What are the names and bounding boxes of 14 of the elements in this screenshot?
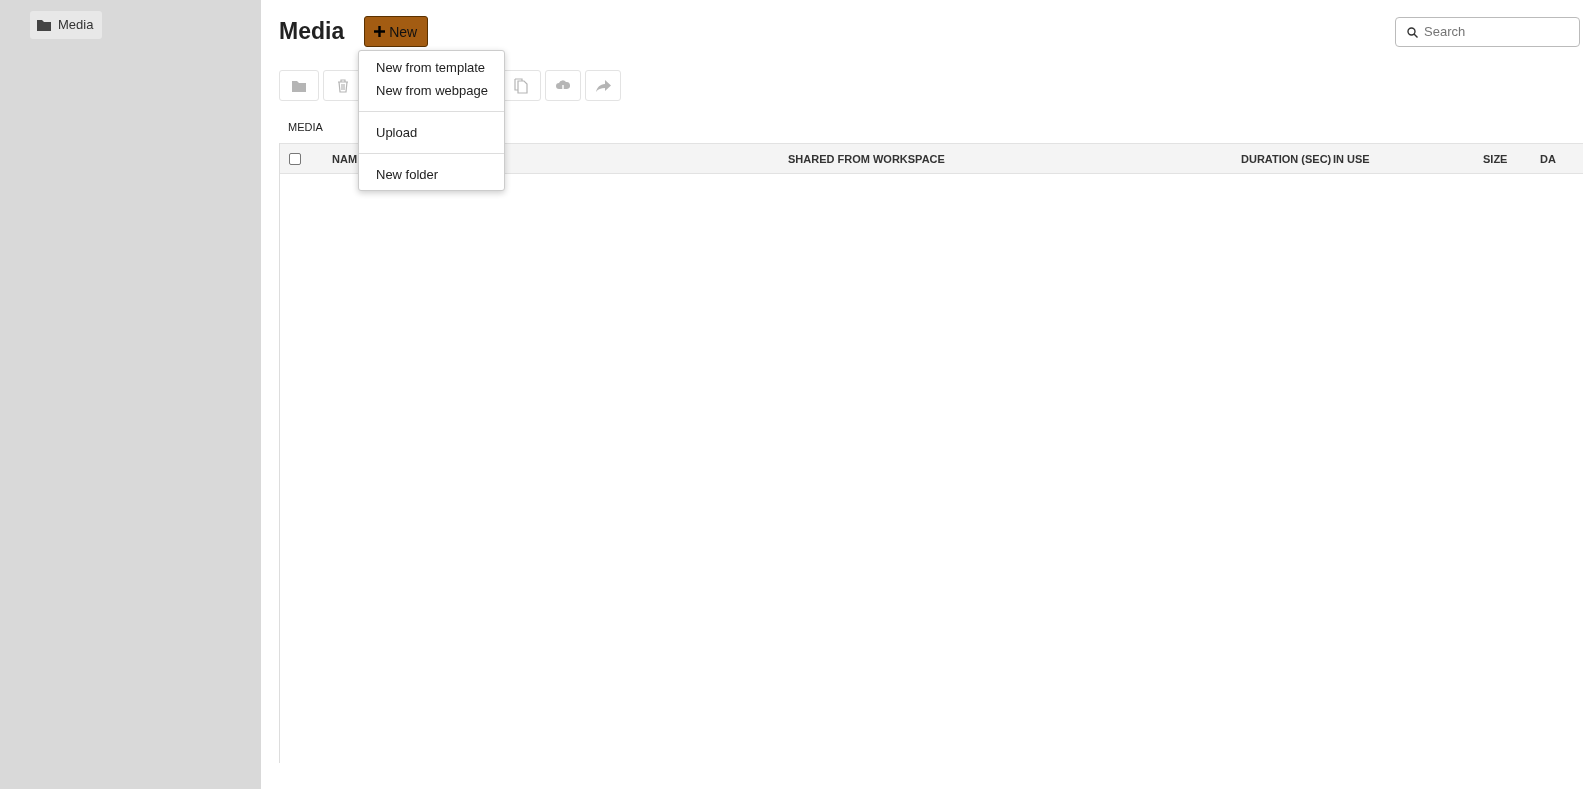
column-header[interactable]: IN USE [1333,152,1483,165]
column-header[interactable]: DA [1540,152,1583,165]
menu-item[interactable]: Upload [359,121,504,144]
page-title: Media [279,18,345,45]
menu-item[interactable]: New folder [359,163,504,186]
column-header[interactable]: NAM [332,152,788,165]
sidebar-item[interactable]: Media [30,11,103,39]
search-field[interactable]: Search [1395,16,1580,47]
column-header[interactable]: SIZE [1483,152,1540,165]
column-header[interactable]: SHARED FROM WORKSPACE [788,152,1241,165]
column-header[interactable]: DURATION (SEC) [1241,152,1333,165]
menu-item[interactable]: New from webpage [359,79,504,102]
new-button[interactable]: New [364,16,429,47]
menu-item[interactable]: New from template [359,56,504,79]
